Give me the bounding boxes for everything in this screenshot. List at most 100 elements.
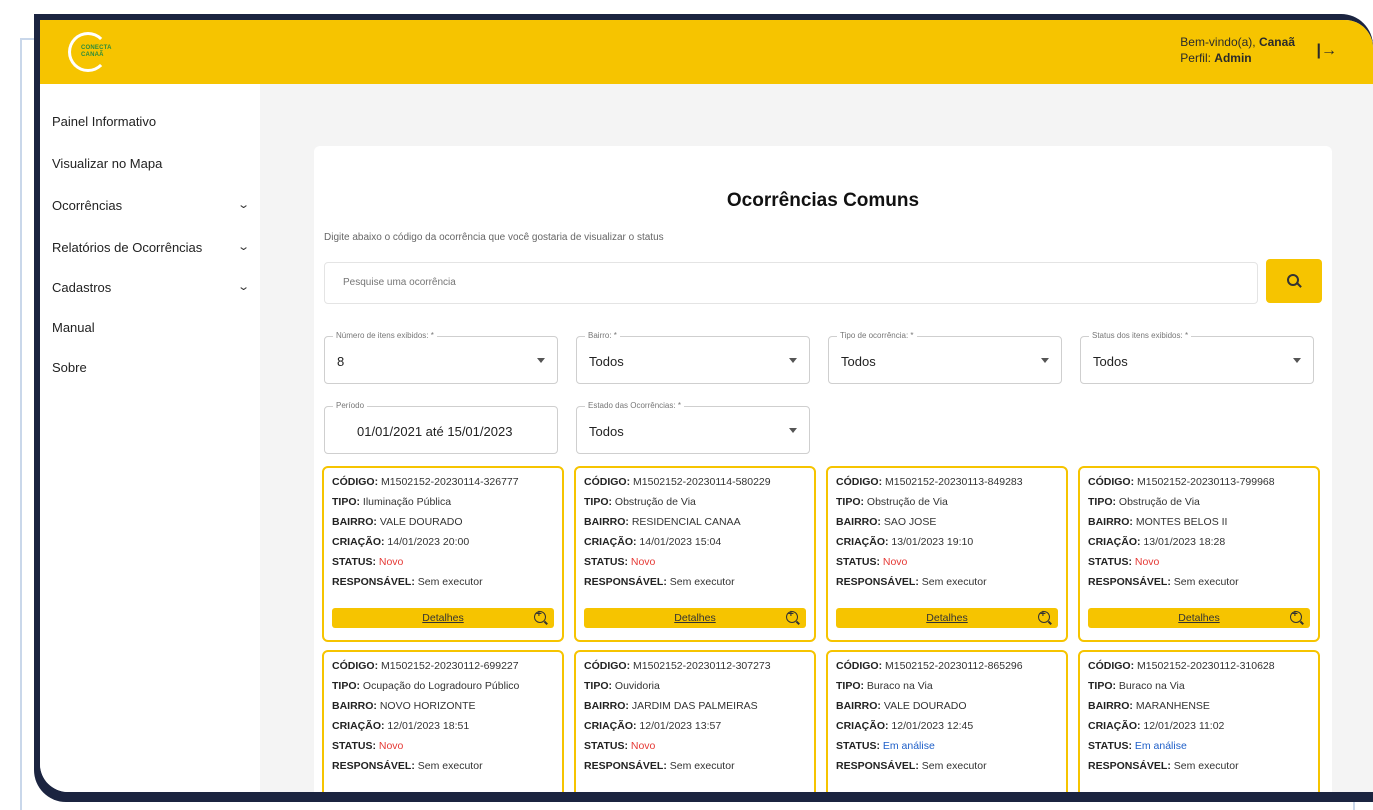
occurrence-field-value: Ocupação do Logradouro Público <box>362 680 520 692</box>
occurrence-field-label: TIPO: <box>836 496 864 508</box>
occurrence-field-label: CRIAÇÃO: <box>332 720 385 732</box>
app-screen: CONECTA CANAÃ Bem-vindo(a), Canaã Perfil… <box>40 20 1373 792</box>
decorative-line <box>20 38 34 40</box>
sidebar-item-sobre[interactable]: Sobre <box>52 360 248 375</box>
num-items-select[interactable]: Número de itens exibidos: * 8 <box>324 331 558 384</box>
occurrence-field-value: Buraco na Via <box>1118 680 1185 692</box>
occurrence-criacao: CRIAÇÃO: 12/01/2023 12:45 <box>836 720 973 732</box>
occurrence-codigo: CÓDIGO: M1502152-20230112-699227 <box>332 660 519 672</box>
details-label: Detalhes <box>422 612 464 624</box>
user-info: Bem-vindo(a), Canaã Perfil: Admin <box>1180 34 1295 66</box>
details-label: Detalhes <box>1178 612 1220 624</box>
occurrence-field-label: CÓDIGO: <box>332 476 379 488</box>
details-button[interactable]: Detalhes <box>1088 608 1310 628</box>
occurrence-criacao: CRIAÇÃO: 12/01/2023 13:57 <box>584 720 721 732</box>
occurrence-field-value: M1502152-20230114-580229 <box>633 476 771 488</box>
occurrence-field-value: Iluminação Pública <box>362 496 452 508</box>
occurrence-field-label: STATUS: <box>1088 740 1132 752</box>
occurrence-field-value: Novo <box>378 740 404 752</box>
occurrence-field-value: Em análise <box>882 740 935 752</box>
occurrence-codigo: CÓDIGO: M1502152-20230112-865296 <box>836 660 1023 672</box>
occurrence-field-value: Sem executor <box>669 576 735 588</box>
sidebar-item-manual[interactable]: Manual <box>52 320 248 335</box>
details-button[interactable]: Detalhes <box>584 608 806 628</box>
occurrence-card: CÓDIGO: M1502152-20230112-307273 TIPO: Ou… <box>574 650 816 792</box>
occurrence-responsavel: RESPONSÁVEL: Sem executor <box>1088 576 1239 588</box>
occurrence-responsavel: RESPONSÁVEL: Sem executor <box>332 576 483 588</box>
occurrence-status: STATUS: Novo <box>584 556 655 568</box>
search-button[interactable] <box>1266 259 1322 303</box>
occurrence-field-value: NOVO HORIZONTE <box>379 700 476 712</box>
field-value: Todos <box>841 354 876 369</box>
occurrence-status: STATUS: Novo <box>332 740 403 752</box>
occurrence-bairro: BAIRRO: MONTES BELOS II <box>1088 516 1227 528</box>
zoom-in-icon <box>786 609 798 623</box>
occurrence-criacao: CRIAÇÃO: 14/01/2023 20:00 <box>332 536 469 548</box>
occurrence-field-value: JARDIM DAS PALMEIRAS <box>631 700 758 712</box>
occurrence-field-label: RESPONSÁVEL: <box>332 760 415 772</box>
occurrence-field-label: BAIRRO: <box>836 700 881 712</box>
occurrence-field-label: BAIRRO: <box>1088 516 1133 528</box>
occurrence-tipo: TIPO: Obstrução de Via <box>836 496 948 508</box>
occurrence-field-value: M1502152-20230112-865296 <box>885 660 1023 672</box>
occurrence-field-value: Sem executor <box>1173 760 1239 772</box>
app-logo[interactable]: CONECTA CANAÃ <box>68 32 114 72</box>
sidebar-item-relatorios[interactable]: Relatórios de Ocorrências ⌄ <box>52 240 250 255</box>
tipo-select[interactable]: Tipo de ocorrência: * Todos <box>828 331 1062 384</box>
occurrence-field-label: RESPONSÁVEL: <box>584 576 667 588</box>
occurrence-field-value: Ouvidoria <box>614 680 660 692</box>
occurrence-field-value: Novo <box>1134 556 1160 568</box>
sidebar-item-mapa[interactable]: Visualizar no Mapa <box>52 156 248 171</box>
occurrence-tipo: TIPO: Ocupação do Logradouro Público <box>332 680 519 692</box>
occurrence-field-label: CRIAÇÃO: <box>836 536 889 548</box>
occurrence-field-value: M1502152-20230113-849283 <box>885 476 1023 488</box>
occurrence-field-label: BAIRRO: <box>584 700 629 712</box>
occurrence-field-value: 13/01/2023 19:10 <box>891 536 974 548</box>
occurrence-card: CÓDIGO: M1502152-20230112-310628 TIPO: Bu… <box>1078 650 1320 792</box>
occurrence-bairro: BAIRRO: MARANHENSE <box>1088 700 1210 712</box>
logo-text: CONECTA <box>81 45 112 51</box>
occurrence-field-value: Sem executor <box>669 760 735 772</box>
occurrence-field-value: Sem executor <box>1173 576 1239 588</box>
occurrence-status: STATUS: Em análise <box>1088 740 1187 752</box>
zoom-in-icon <box>1038 609 1050 623</box>
occurrence-tipo: TIPO: Ouvidoria <box>584 680 660 692</box>
field-value: Todos <box>589 354 624 369</box>
occurrence-bairro: BAIRRO: RESIDENCIAL CANAA <box>584 516 741 528</box>
sidebar-item-label: Relatórios de Ocorrências <box>52 240 203 255</box>
occurrence-field-label: STATUS: <box>332 740 376 752</box>
details-button[interactable]: Detalhes <box>836 608 1058 628</box>
occurrence-tipo: TIPO: Buraco na Via <box>1088 680 1185 692</box>
estado-select[interactable]: Estado das Ocorrências: * Todos <box>576 401 810 454</box>
occurrence-field-label: CRIAÇÃO: <box>1088 536 1141 548</box>
occurrence-field-value: Novo <box>882 556 908 568</box>
occurrence-card: CÓDIGO: M1502152-20230112-865296 TIPO: Bu… <box>826 650 1068 792</box>
search-input[interactable] <box>343 277 1223 288</box>
occurrence-field-label: RESPONSÁVEL: <box>1088 760 1171 772</box>
occurrence-field-value: VALE DOURADO <box>883 700 967 712</box>
user-name: Canaã <box>1258 35 1295 49</box>
occurrence-card: CÓDIGO: M1502152-20230113-799968 TIPO: Ob… <box>1078 466 1320 642</box>
bairro-select[interactable]: Bairro: * Todos <box>576 331 810 384</box>
occurrence-responsavel: RESPONSÁVEL: Sem executor <box>584 760 735 772</box>
welcome-prefix: Bem-vindo(a), <box>1180 35 1259 49</box>
occurrence-card: CÓDIGO: M1502152-20230114-326777 TIPO: Il… <box>322 466 564 642</box>
occurrence-field-value: Sem executor <box>921 760 987 772</box>
occurrence-field-label: CÓDIGO: <box>584 476 631 488</box>
occurrence-codigo: CÓDIGO: M1502152-20230112-310628 <box>1088 660 1275 672</box>
occurrence-tipo: TIPO: Obstrução de Via <box>584 496 696 508</box>
sidebar-item-ocorrencias[interactable]: Ocorrências ⌄ <box>52 198 250 213</box>
sidebar-item-painel[interactable]: Painel Informativo <box>52 114 248 129</box>
chevron-down-icon: ⌄ <box>236 281 250 293</box>
sidebar-item-cadastros[interactable]: Cadastros ⌄ <box>52 280 250 295</box>
occurrence-field-value: 14/01/2023 20:00 <box>387 536 470 548</box>
details-button[interactable]: Detalhes <box>332 608 554 628</box>
logout-icon[interactable]: |→ <box>1317 42 1337 60</box>
sidebar-item-label: Painel Informativo <box>52 114 157 129</box>
status-select[interactable]: Status dos itens exibidos: * Todos <box>1080 331 1314 384</box>
occurrence-field-value: 13/01/2023 18:28 <box>1143 536 1226 548</box>
occurrence-field-value: Novo <box>378 556 404 568</box>
periodo-field[interactable]: Período 01/01/2021 até 15/01/2023 <box>324 401 558 454</box>
dropdown-arrow-icon <box>537 358 545 363</box>
occurrence-field-label: STATUS: <box>836 556 880 568</box>
